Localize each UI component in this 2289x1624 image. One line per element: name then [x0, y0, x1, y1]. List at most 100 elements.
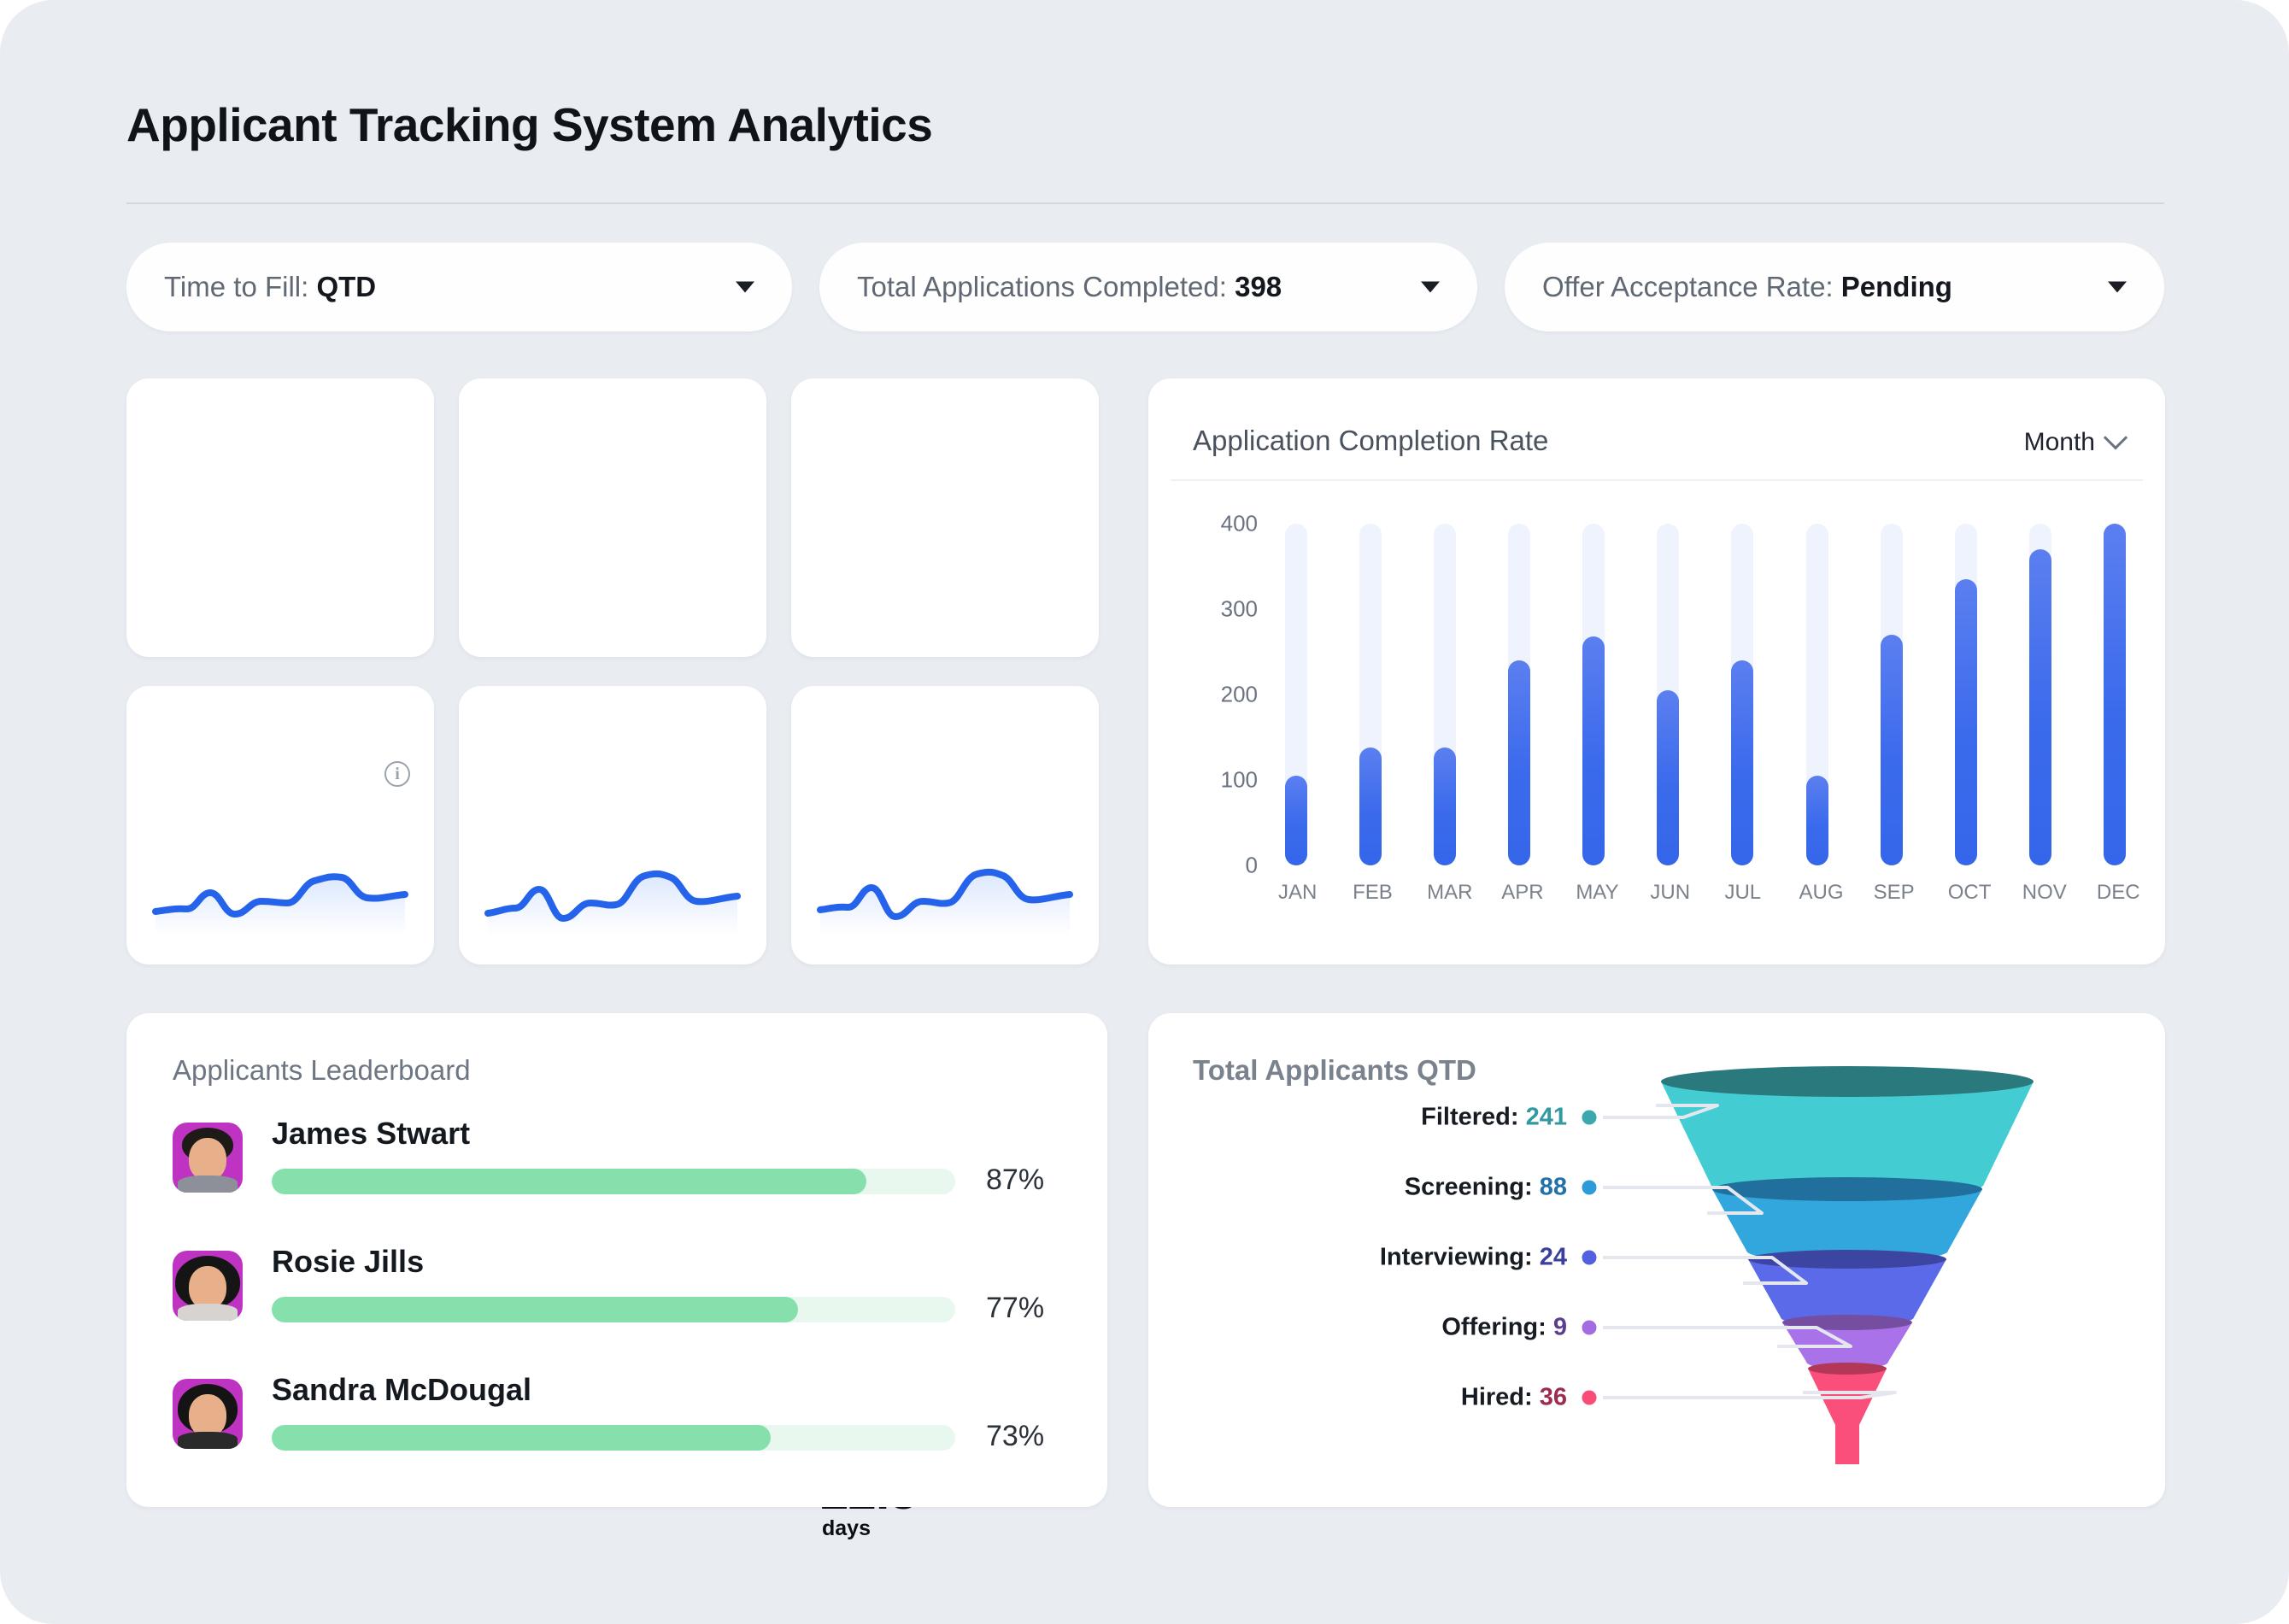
- chart-period-selector[interactable]: Month: [2023, 425, 2128, 457]
- bar-chart-plot: 0 100 200 300 400 JAN FEB MAR APR MAY JUN JUL AUG SE…: [1193, 511, 2140, 908]
- chevron-down-icon[interactable]: [1421, 281, 1440, 293]
- bar-column[interactable]: [2097, 524, 2133, 865]
- x-axis-tick: SEP: [1873, 881, 1915, 904]
- funnel-stage-label: Hired: 36: [1461, 1384, 1567, 1412]
- chevron-down-icon[interactable]: [2103, 425, 2128, 450]
- funnel-segment-top: [1748, 1250, 1946, 1269]
- funnel-spout: [1835, 1425, 1859, 1464]
- progress-bar-fill: [272, 1169, 866, 1194]
- total-applicants-funnel-card: Total Applicants QTD Filtered: 241 Screen…: [1148, 1013, 2165, 1507]
- x-axis-tick: MAR: [1427, 881, 1473, 904]
- filter-offer-acceptance[interactable]: Offer Acceptance Rate: Pending: [1505, 243, 2164, 331]
- bar-fill: [1434, 748, 1457, 865]
- leaderboard-title: Applicants Leaderboard: [173, 1054, 471, 1086]
- bar-column[interactable]: [1874, 524, 1910, 865]
- x-axis-tick: JUN: [1650, 881, 1691, 904]
- progress-bar-fill: [272, 1297, 798, 1322]
- filter-label: Time to Fill: QTD: [164, 271, 377, 302]
- funnel-stage-name: Offering:: [1441, 1313, 1553, 1341]
- list-item[interactable]: James Stwart 87%: [173, 1116, 1061, 1244]
- funnel-stage-label: Interviewing: 24: [1380, 1244, 1567, 1272]
- kpi-card-performance: + 70% performance i 64%: [126, 686, 434, 1516]
- applicant-name: Sandra McDougal: [272, 1372, 532, 1407]
- bar-column[interactable]: [1576, 524, 1611, 865]
- x-axis-tick: DEC: [2096, 881, 2140, 904]
- application-completion-chart-card: Application Completion Rate Month 0 100 20…: [1148, 378, 2165, 964]
- filter-time-to-fill[interactable]: Time to Fill: QTD: [126, 243, 792, 331]
- bar-column[interactable]: [2022, 524, 2058, 865]
- bar-series: [1278, 524, 2133, 865]
- funnel-stage-value: 24: [1539, 1243, 1567, 1271]
- list-item[interactable]: Sandra McDougal 73%: [173, 1372, 1061, 1500]
- bar-fill: [2028, 549, 2051, 865]
- avatar: [173, 1379, 243, 1449]
- sparkline-chart: [484, 870, 741, 935]
- sparkline-chart: [152, 873, 408, 935]
- bar-column[interactable]: [1948, 524, 1984, 865]
- applicant-percent: 77%: [986, 1292, 1045, 1324]
- funnel-stage-name: Hired:: [1460, 1383, 1540, 1411]
- funnel-chart: [1603, 1066, 2034, 1464]
- sparkline-chart: [817, 868, 1073, 935]
- kpi-card-acceptance-rate: Acceptance Rate 86%: [459, 686, 766, 1516]
- funnel-stage-label: Filtered: 241: [1421, 1104, 1567, 1132]
- info-icon[interactable]: i: [384, 761, 410, 787]
- applicant-name: James Stwart: [272, 1116, 471, 1151]
- bar-fill: [1582, 636, 1605, 865]
- funnel-legend-dot: [1582, 1180, 1597, 1195]
- funnel-legend-dot: [1582, 1250, 1597, 1265]
- bar-fill: [2103, 524, 2126, 865]
- y-axis-tick: 300: [1220, 595, 1258, 622]
- funnel-stage-value: 241: [1525, 1103, 1567, 1131]
- chevron-down-icon[interactable]: [2108, 281, 2127, 293]
- funnel-segment-top: [1712, 1177, 1982, 1201]
- filter-label: Total Applications Completed: 398: [857, 271, 1282, 302]
- funnel-stage-value: 9: [1552, 1313, 1567, 1341]
- bar-fill: [1731, 660, 1754, 865]
- bar-column[interactable]: [1427, 524, 1463, 865]
- funnel-stage-value: 36: [1539, 1383, 1567, 1411]
- chevron-down-icon[interactable]: [736, 281, 754, 293]
- avatar: [173, 1251, 243, 1321]
- bar-fill: [1657, 690, 1680, 865]
- filter-label: Offer Acceptance Rate: Pending: [1542, 271, 1952, 302]
- bar-column[interactable]: [1353, 524, 1388, 865]
- applicant-name: Rosie Jills: [272, 1244, 425, 1279]
- x-axis-tick: OCT: [1947, 881, 1992, 904]
- x-axis-tick: JUL: [1724, 881, 1762, 904]
- funnel-legend-dot: [1582, 1390, 1597, 1405]
- avatar: [173, 1123, 243, 1193]
- funnel-segment-top: [1661, 1066, 2034, 1097]
- funnel-stage-name: Filtered:: [1421, 1103, 1526, 1131]
- funnel-stage-name: Interviewing:: [1379, 1243, 1540, 1271]
- funnel-segment[interactable]: [1808, 1369, 1887, 1431]
- bar-fill: [1805, 776, 1828, 865]
- progress-bar-track: [272, 1297, 955, 1322]
- bar-fill: [1508, 660, 1531, 865]
- progress-bar-track: [272, 1169, 955, 1194]
- funnel-legend-dot: [1582, 1320, 1597, 1335]
- applicants-leaderboard-card: Applicants Leaderboard James Stwart 87% Ro…: [126, 1013, 1107, 1507]
- bar-column[interactable]: [1799, 524, 1835, 865]
- bar-column[interactable]: [1501, 524, 1537, 865]
- list-item[interactable]: Rosie Jills 77%: [173, 1244, 1061, 1372]
- chart-period-label: Month: [2023, 428, 2095, 456]
- bar-column[interactable]: [1650, 524, 1686, 865]
- progress-bar-fill: [272, 1425, 771, 1451]
- bar-fill: [1954, 579, 1977, 865]
- kpi-card-offers-pending: Offers Pending 9: [791, 378, 1099, 908]
- kpi-card-time-to-fill: Time to Fill 22.3 days: [791, 686, 1099, 1540]
- bar-column[interactable]: [1278, 524, 1314, 865]
- x-axis-tick: JAN: [1278, 881, 1318, 904]
- bar-column[interactable]: [1724, 524, 1760, 865]
- funnel-segment-top: [1808, 1363, 1887, 1375]
- y-axis-labels: 0 100 200 300 400: [1193, 511, 1258, 878]
- y-axis-tick: 200: [1220, 681, 1258, 707]
- applicant-percent: 87%: [986, 1164, 1045, 1196]
- filter-total-applications[interactable]: Total Applications Completed: 398: [819, 243, 1477, 331]
- kpi-unit: days: [822, 1516, 871, 1540]
- x-axis-tick: APR: [1501, 881, 1544, 904]
- funnel-stage-value: 88: [1539, 1173, 1567, 1201]
- y-axis-tick: 0: [1245, 852, 1258, 878]
- y-axis-tick: 100: [1220, 766, 1258, 793]
